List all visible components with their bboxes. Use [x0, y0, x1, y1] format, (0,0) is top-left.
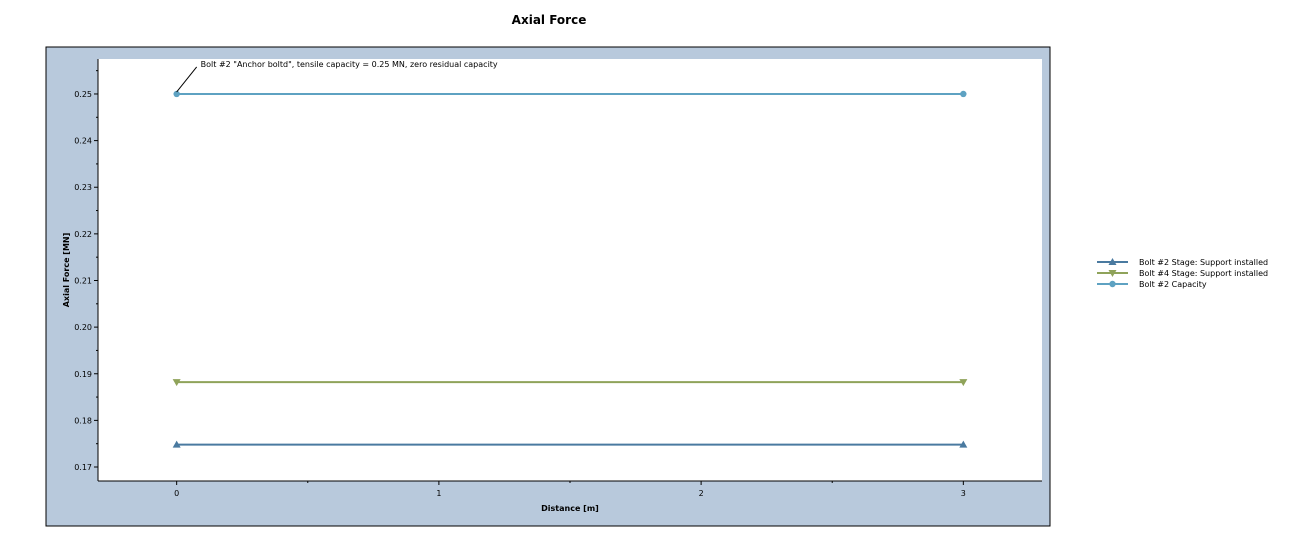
data-point [960, 90, 967, 98]
chart-title: Axial Force [512, 13, 587, 27]
y-tick-label: 0.21 [74, 276, 92, 285]
legend: Bolt #2 Stage: Support installed Bolt #4 … [1097, 258, 1268, 289]
y-tick-label: 0.23 [74, 183, 92, 192]
y-tick-label: 0.18 [74, 416, 92, 425]
y-tick-label: 0.19 [74, 370, 92, 379]
plot-area [98, 59, 1042, 481]
y-tick-label: 0.22 [74, 230, 92, 239]
legend-marker [1109, 280, 1116, 288]
annotation-text: Bolt #2 "Anchor boltd", tensile capacity… [201, 60, 498, 69]
x-tick-label: 0 [174, 489, 179, 498]
x-tick-label: 2 [699, 489, 704, 498]
axial-force-chart: Axial Force Distance [m] Axial Force [MN… [45, 13, 1268, 527]
y-tick-label: 0.17 [74, 463, 92, 472]
x-axis-label: Distance [m] [541, 504, 599, 513]
legend-label: Bolt #2 Capacity [1139, 280, 1207, 289]
x-tick-label: 1 [436, 489, 441, 498]
y-axis-label: Axial Force [MN] [62, 233, 71, 308]
chart-container: Axial Force Distance [m] Axial Force [MN… [0, 0, 1293, 550]
y-tick-label: 0.24 [74, 137, 92, 146]
legend-item: Bolt #2 Stage: Support installed [1097, 258, 1268, 267]
legend-label: Bolt #2 Stage: Support installed [1139, 258, 1268, 267]
legend-label: Bolt #4 Stage: Support installed [1139, 269, 1268, 278]
y-tick-label: 0.25 [74, 90, 92, 99]
y-tick-label: 0.20 [74, 323, 92, 332]
x-tick-label: 3 [961, 489, 966, 498]
legend-item: Bolt #2 Capacity [1097, 280, 1207, 289]
legend-item: Bolt #4 Stage: Support installed [1097, 269, 1268, 278]
